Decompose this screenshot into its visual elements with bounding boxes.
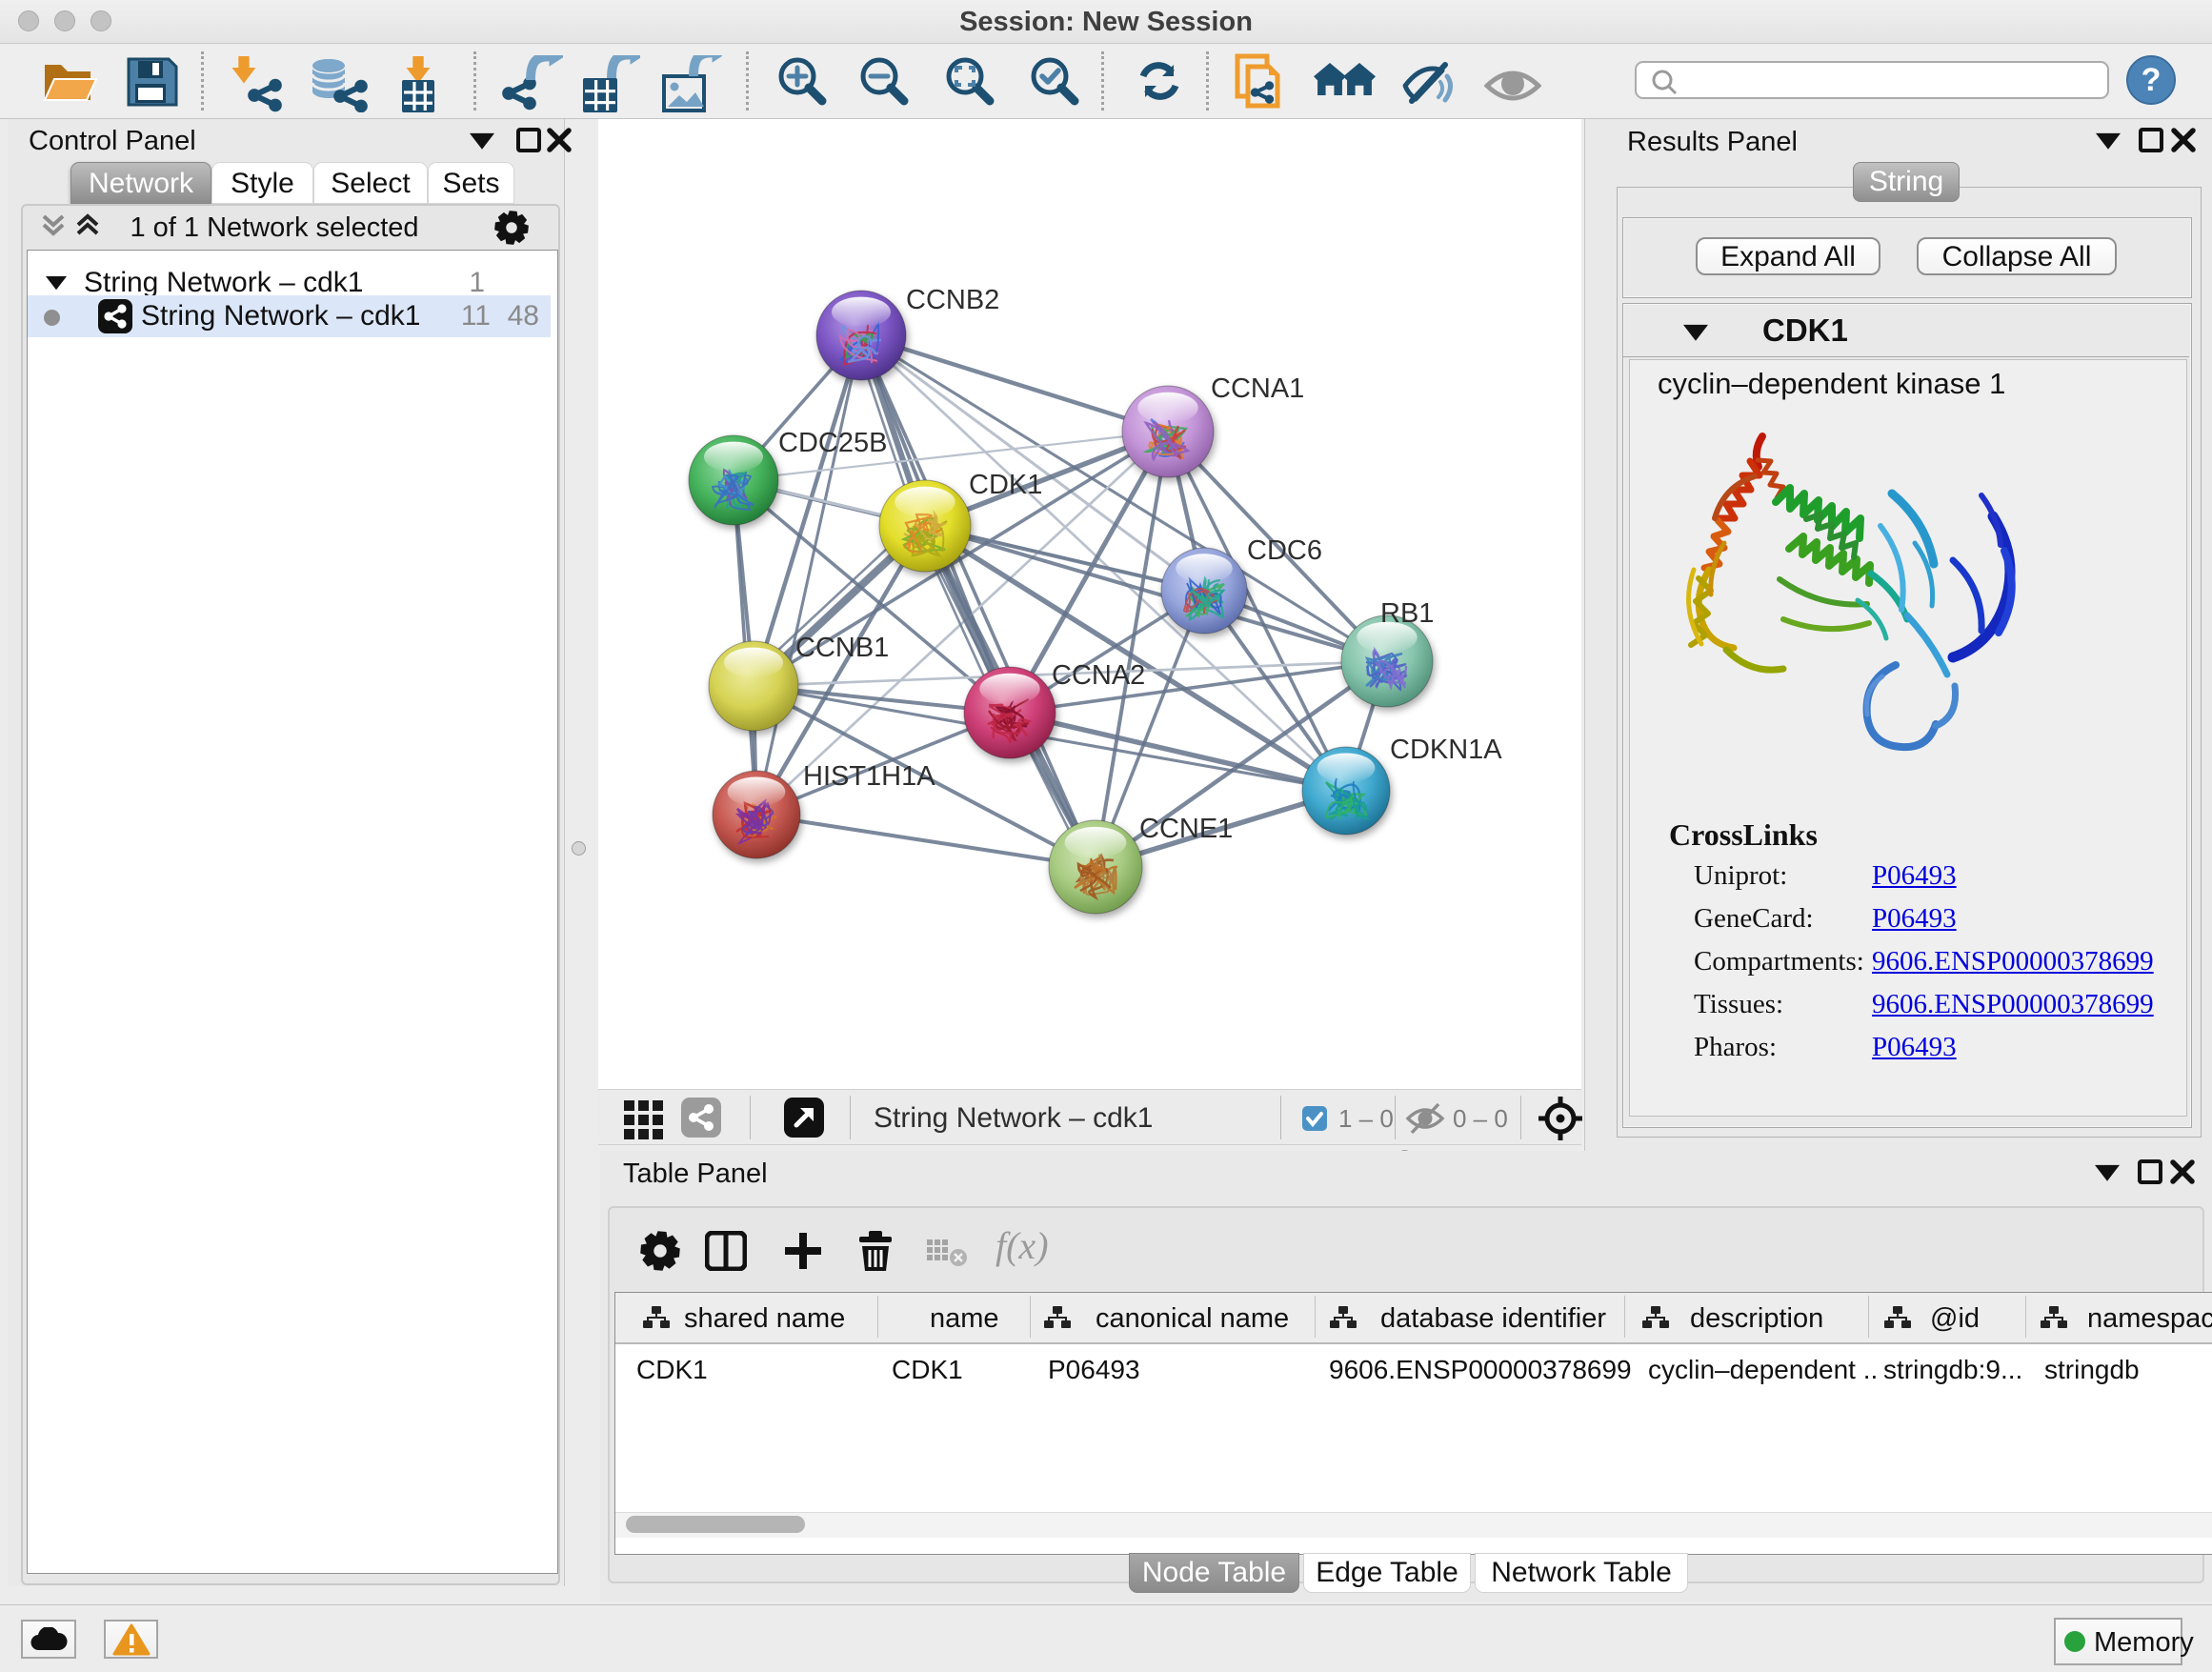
svg-text:HIST1H1A: HIST1H1A xyxy=(803,761,935,792)
svg-text:CCNB2: CCNB2 xyxy=(906,285,999,315)
svg-text:CDK1: CDK1 xyxy=(969,470,1042,500)
svg-text:CDC6: CDC6 xyxy=(1247,535,1322,566)
svg-text:CCNE1: CCNE1 xyxy=(1139,814,1233,844)
svg-text:?: ? xyxy=(2142,62,2162,98)
svg-text:CDC25B: CDC25B xyxy=(778,428,887,458)
svg-text:RB1: RB1 xyxy=(1380,598,1434,629)
svg-text:CCNB1: CCNB1 xyxy=(795,633,889,663)
svg-text:CDKN1A: CDKN1A xyxy=(1390,735,1502,765)
svg-text:CCNA1: CCNA1 xyxy=(1211,373,1304,404)
svg-text:CCNA2: CCNA2 xyxy=(1052,660,1145,691)
